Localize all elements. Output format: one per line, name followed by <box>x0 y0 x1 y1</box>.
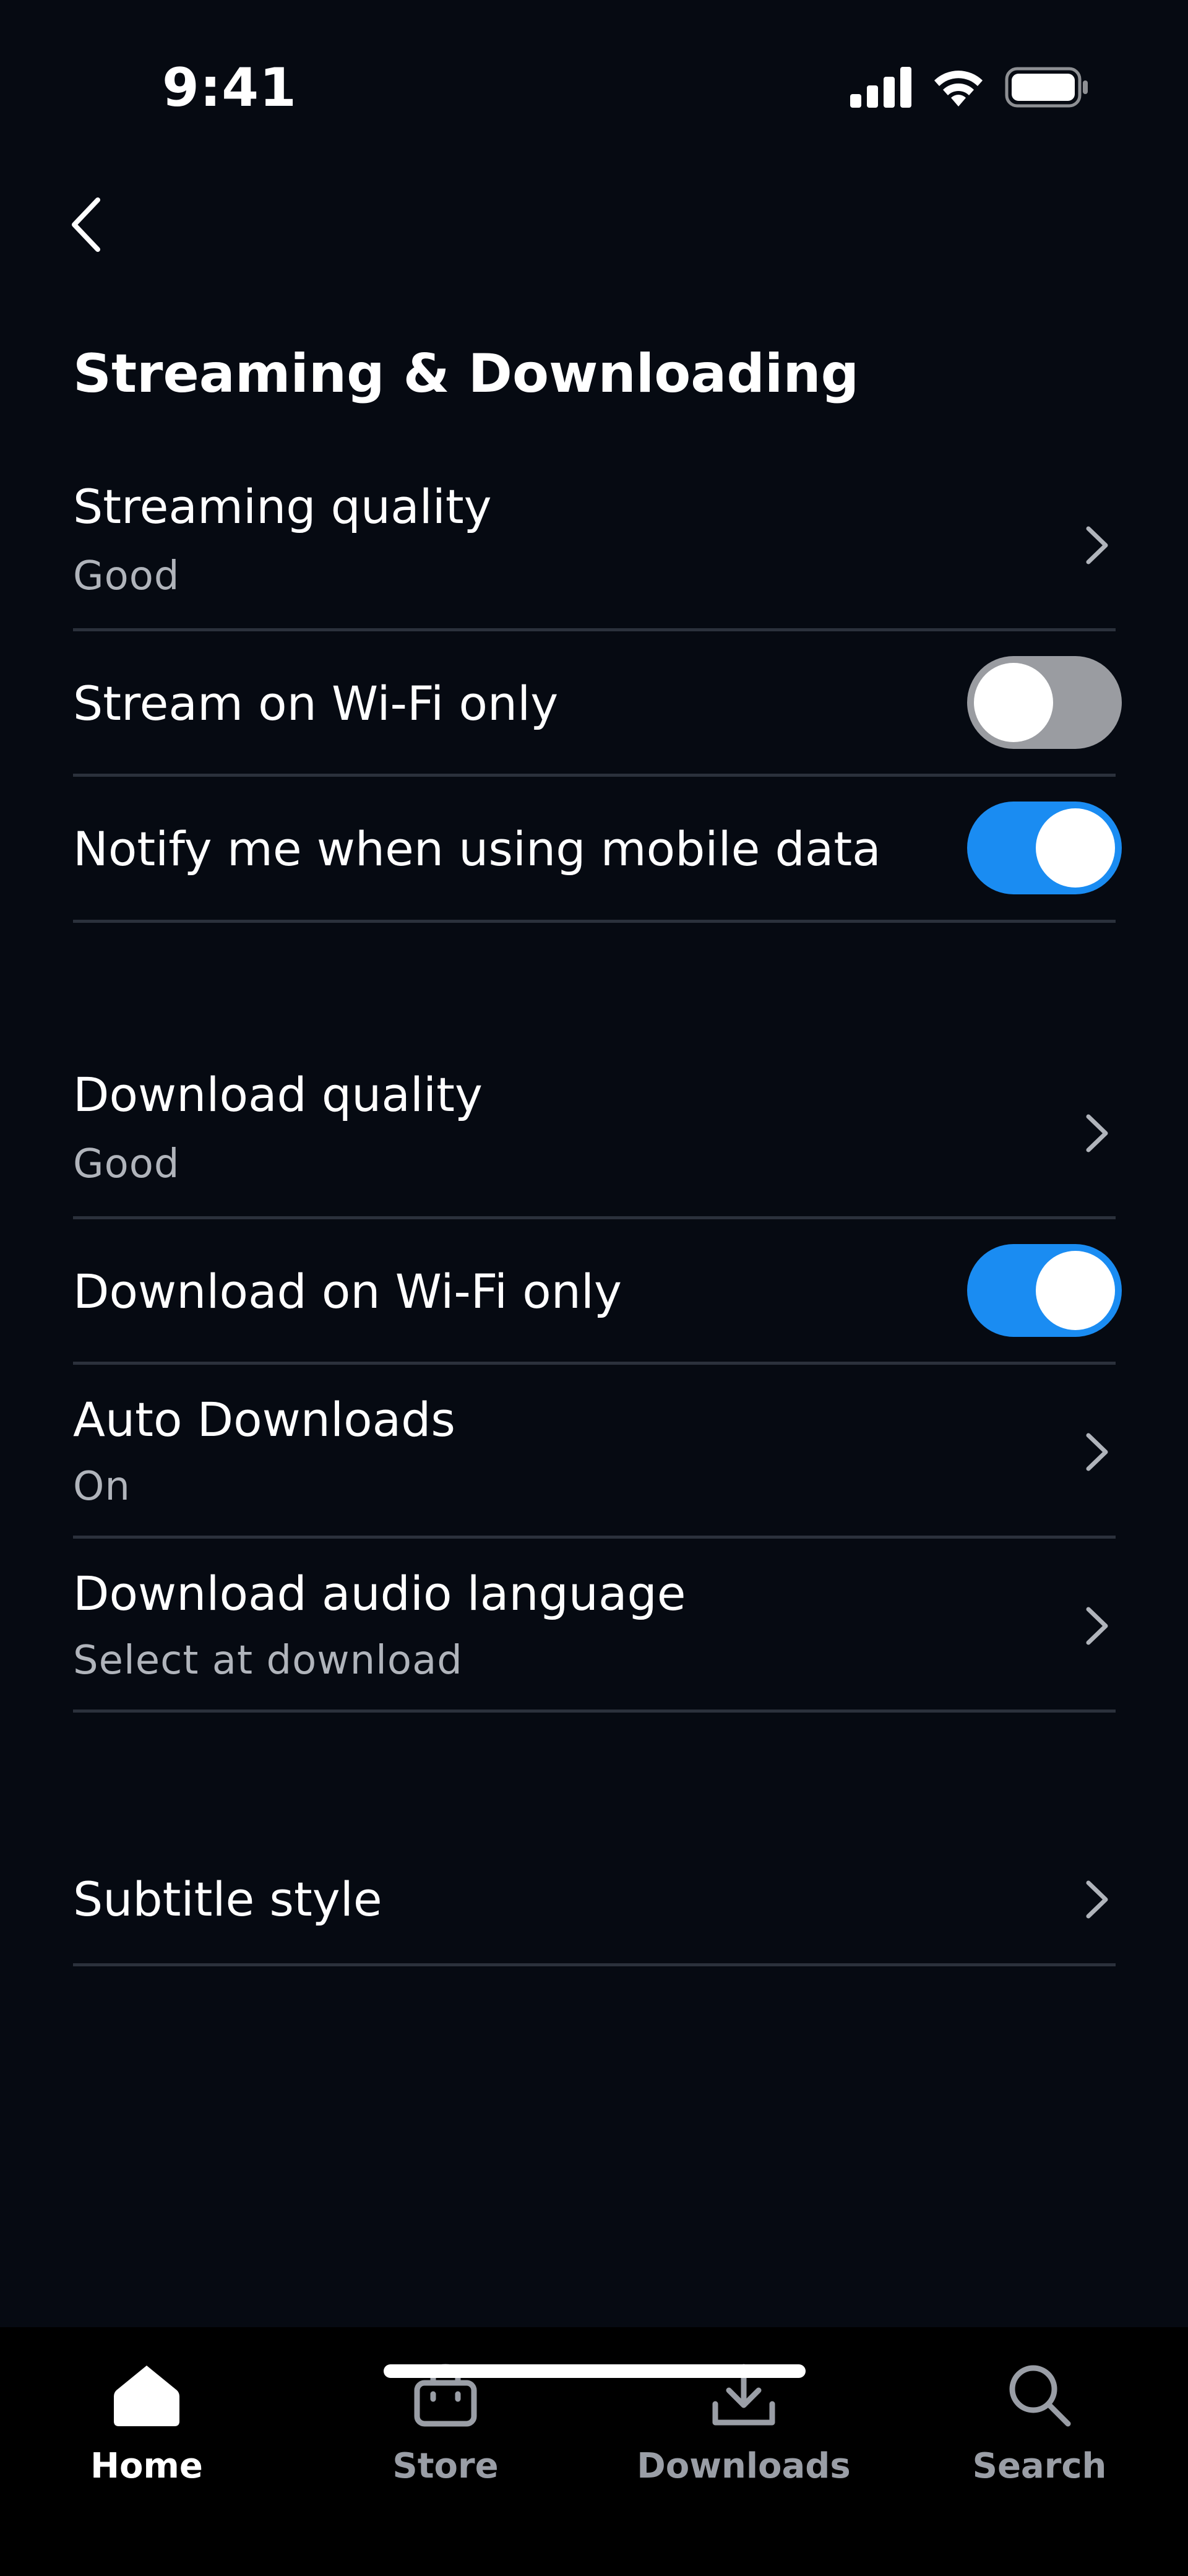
download-audio-language-label: Download audio language <box>73 1566 686 1621</box>
streaming-quality-value: Good <box>73 553 180 599</box>
settings-screen: 9:41 Streaming & Downloading Streaming q… <box>0 0 1188 2576</box>
download-audio-language-row[interactable]: Download audio language Select at downlo… <box>73 1539 1116 1713</box>
chevron-right-icon <box>1086 526 1108 564</box>
status-time: 9:41 <box>162 57 297 119</box>
subtitle-style-label: Subtitle style <box>73 1872 382 1927</box>
chevron-right-icon <box>1086 1880 1108 1919</box>
nav-search[interactable]: Search <box>922 2346 1157 2519</box>
nav-home-label: Home <box>90 2446 203 2486</box>
page-title: Streaming & Downloading <box>73 343 859 405</box>
nav-downloads-label: Downloads <box>637 2446 851 2486</box>
streaming-quality-label: Streaming quality <box>73 479 492 534</box>
nav-home[interactable]: Home <box>29 2346 264 2519</box>
notify-mobile-data-row: Notify me when using mobile data <box>73 777 1122 923</box>
chevron-left-icon <box>68 195 105 257</box>
download-quality-label: Download quality <box>73 1067 483 1122</box>
notify-mobile-data-label: Notify me when using mobile data <box>73 821 881 876</box>
streaming-quality-row[interactable]: Streaming quality Good <box>73 470 1116 631</box>
download-wifi-only-label: Download on Wi-Fi only <box>73 1264 622 1319</box>
stream-wifi-only-toggle[interactable] <box>967 656 1122 749</box>
notify-mobile-data-toggle[interactable] <box>967 802 1122 894</box>
cellular-signal-icon <box>850 67 912 108</box>
auto-downloads-value: On <box>73 1464 131 1510</box>
search-icon <box>1002 2358 1077 2432</box>
stream-wifi-only-label: Stream on Wi-Fi only <box>73 676 559 731</box>
battery-icon <box>1005 67 1089 108</box>
download-wifi-only-toggle[interactable] <box>967 1244 1122 1337</box>
download-quality-value: Good <box>73 1141 180 1187</box>
home-indicator <box>384 2364 806 2378</box>
wifi-icon <box>931 67 986 108</box>
stream-wifi-only-row: Stream on Wi-Fi only <box>73 631 1122 777</box>
download-quality-row[interactable]: Download quality Good <box>73 1058 1116 1219</box>
status-bar: 9:41 <box>0 0 1188 173</box>
subtitle-settings-section: Subtitle style <box>73 1820 1116 1966</box>
streaming-settings-section: Streaming quality Good Stream on Wi-Fi o… <box>73 470 1122 923</box>
toggle-knob <box>1036 808 1115 888</box>
back-button[interactable] <box>62 192 111 260</box>
chevron-right-icon <box>1086 1433 1108 1471</box>
auto-downloads-label: Auto Downloads <box>73 1392 455 1447</box>
download-audio-language-value: Select at download <box>73 1638 463 1683</box>
status-icons <box>850 67 1089 108</box>
toggle-knob <box>1036 1251 1115 1330</box>
nav-search-label: Search <box>972 2446 1107 2486</box>
subtitle-style-row[interactable]: Subtitle style <box>73 1820 1116 1966</box>
download-wifi-only-row: Download on Wi-Fi only <box>73 1219 1122 1365</box>
download-settings-section: Download quality Good Download on Wi-Fi … <box>73 1058 1122 1713</box>
chevron-right-icon <box>1086 1607 1108 1645</box>
toggle-knob <box>974 663 1053 742</box>
nav-store-label: Store <box>392 2446 499 2486</box>
auto-downloads-row[interactable]: Auto Downloads On <box>73 1365 1116 1539</box>
chevron-right-icon <box>1086 1114 1108 1152</box>
home-icon <box>110 2358 184 2432</box>
